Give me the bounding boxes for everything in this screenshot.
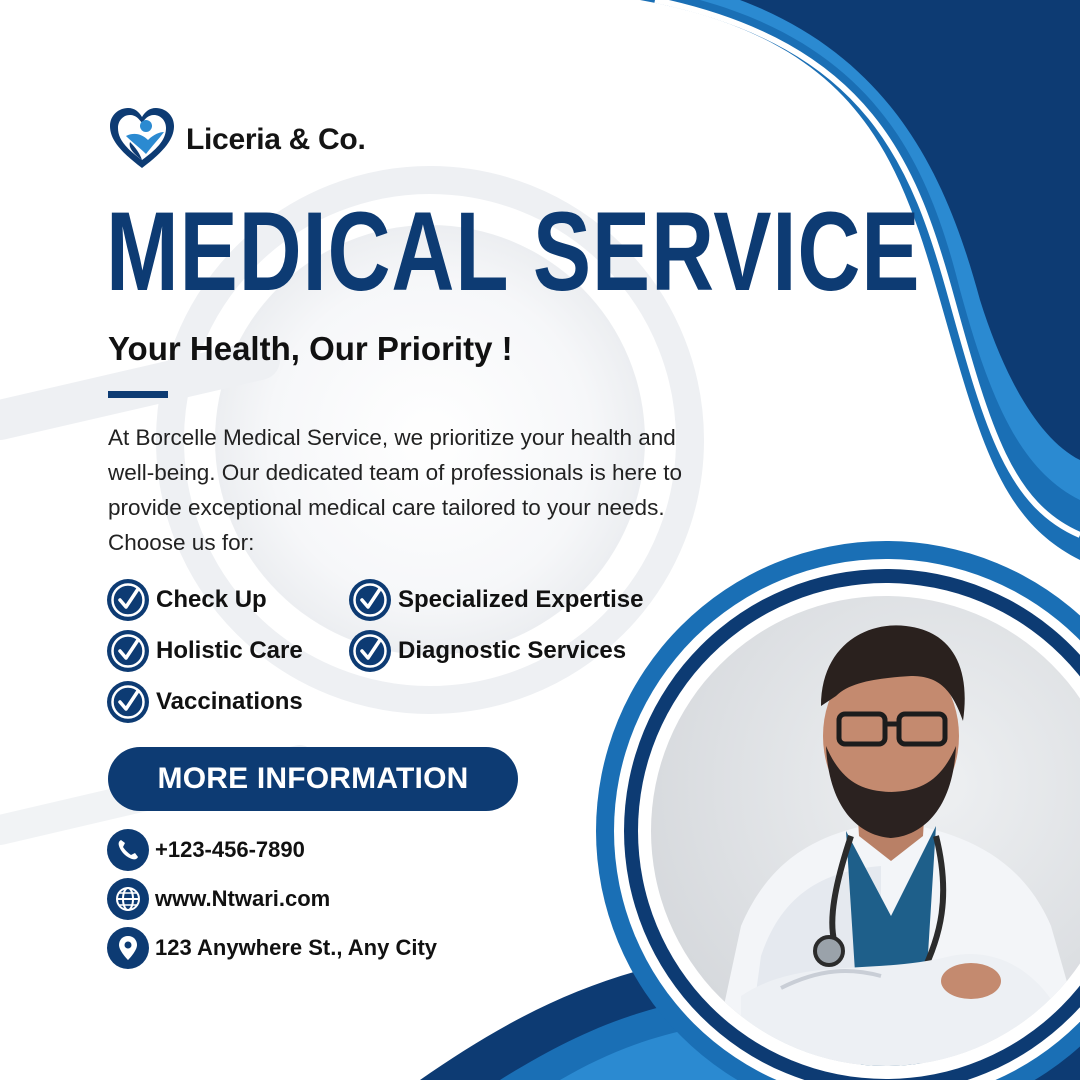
contact-website[interactable]: www.Ntwari.com: [107, 878, 330, 920]
service-label: Check Up: [156, 586, 267, 613]
service-item: Diagnostic Services: [348, 629, 626, 673]
service-label: Diagnostic Services: [398, 637, 627, 664]
service-label: Vaccinations: [156, 688, 303, 715]
divider: [108, 391, 168, 398]
location-pin-icon: [107, 927, 149, 969]
description: At Borcelle Medical Service, we prioriti…: [108, 425, 683, 555]
brand-name: Liceria & Co.: [186, 123, 366, 156]
more-information-button[interactable]: MORE INFORMATION: [108, 747, 518, 811]
check-circle-icon: [349, 630, 391, 672]
service-label: Holistic Care: [156, 637, 303, 664]
service-item: Check Up: [106, 578, 267, 622]
address-text: 123 Anywhere St., Any City: [155, 935, 438, 960]
doctor-portrait: [651, 596, 1080, 1066]
contact-address: 123 Anywhere St., Any City: [107, 927, 437, 969]
check-circle-icon: [349, 579, 391, 621]
globe-icon: [107, 878, 149, 920]
contact-phone[interactable]: +123-456-7890: [107, 829, 305, 871]
check-circle-icon: [107, 579, 149, 621]
check-circle-icon: [107, 681, 149, 723]
brand-logo[interactable]: Liceria & Co.: [108, 106, 366, 174]
heart-person-logo-icon: [110, 108, 174, 168]
service-item: Holistic Care: [106, 629, 303, 673]
service-item: Vaccinations: [106, 680, 303, 724]
service-label: Specialized Expertise: [398, 586, 644, 613]
phone-number: +123-456-7890: [155, 837, 305, 862]
website-url: www.Ntwari.com: [155, 886, 331, 911]
check-circle-icon: [107, 630, 149, 672]
phone-icon: [107, 829, 149, 871]
page-title: MEDICAL SERVICE: [106, 189, 921, 314]
service-item: Specialized Expertise: [348, 578, 643, 622]
tagline: Your Health, Our Priority !: [108, 330, 513, 367]
